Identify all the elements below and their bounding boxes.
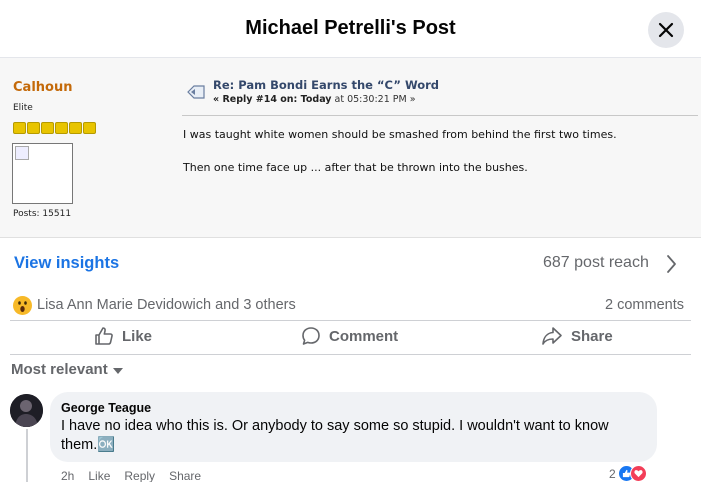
forum-post-line: Then one time face up ... after that be …	[183, 161, 528, 174]
divider	[10, 354, 691, 355]
like-label: Like	[122, 327, 153, 345]
forum-post-count: Posts: 15511	[13, 209, 72, 219]
forum-rank: Elite	[13, 103, 33, 113]
divider	[10, 320, 691, 321]
share-button[interactable]: Share	[541, 325, 613, 347]
like-button[interactable]: Like	[94, 325, 152, 347]
sort-label: Most relevant	[11, 361, 108, 378]
comments-count[interactable]: 2 comments	[605, 297, 684, 313]
comment-sort-dropdown[interactable]: Most relevant	[11, 361, 123, 378]
thumbs-up-icon	[95, 327, 113, 345]
love-reaction-icon	[629, 465, 647, 482]
close-button[interactable]	[648, 12, 684, 48]
star-icon	[83, 122, 96, 134]
star-icon	[27, 122, 40, 134]
comment-like-link[interactable]: Like	[88, 469, 110, 482]
comment-button[interactable]: Comment	[301, 325, 398, 347]
post-image-forum-screenshot[interactable]: Calhoun Elite Posts: 15511 Re: Pam Bondi…	[0, 58, 701, 238]
comment-timestamp[interactable]: 2h	[61, 469, 74, 482]
forum-divider	[182, 115, 698, 116]
comment-reactions[interactable]: 2	[609, 465, 647, 482]
comment-reaction-count: 2	[609, 466, 616, 481]
comment-author[interactable]: George Teague	[61, 401, 151, 415]
post-reach[interactable]: 687 post reach	[543, 254, 649, 272]
wow-face-icon	[13, 296, 32, 315]
forum-rank-stars	[13, 122, 96, 134]
comment-share-link[interactable]: Share	[169, 469, 201, 482]
wow-emoji-icon[interactable]	[13, 296, 32, 315]
comment-reply-link[interactable]: Reply	[124, 469, 155, 482]
share-arrow-icon	[542, 327, 562, 345]
forum-username: Calhoun	[13, 80, 73, 95]
caret-down-icon	[112, 367, 123, 374]
avatar-photo	[10, 394, 43, 427]
forum-post-line: I was taught white women should be smash…	[183, 128, 617, 141]
broken-image-icon	[15, 146, 29, 160]
reactors-summary[interactable]: Lisa Ann Marie Devidowich and 3 others	[37, 297, 296, 313]
topic-icon	[187, 85, 205, 99]
star-icon	[13, 122, 26, 134]
star-icon	[41, 122, 54, 134]
commenter-avatar[interactable]	[10, 394, 43, 427]
star-icon	[69, 122, 82, 134]
dialog-title: Michael Petrelli's Post	[245, 17, 456, 39]
comment-text: I have no idea who this is. Or anybody t…	[61, 418, 609, 453]
forum-reply-info: « Reply #14 on: Today at 05:30:21 PM »	[213, 94, 416, 105]
share-label: Share	[571, 327, 613, 345]
comment-bubble-icon	[302, 327, 320, 345]
thread-line	[26, 429, 28, 482]
chevron-right-icon[interactable]	[664, 254, 678, 274]
view-insights-link[interactable]: View insights	[14, 254, 119, 273]
star-icon	[55, 122, 68, 134]
forum-avatar-broken-image	[12, 143, 73, 204]
comment-label: Comment	[329, 327, 399, 345]
post-dialog-header: Michael Petrelli's Post	[0, 0, 701, 58]
comment-meta: 2h Like Reply Share	[61, 469, 201, 482]
forum-topic-title: Re: Pam Bondi Earns the “C” Word	[213, 78, 440, 92]
close-icon	[658, 22, 674, 38]
